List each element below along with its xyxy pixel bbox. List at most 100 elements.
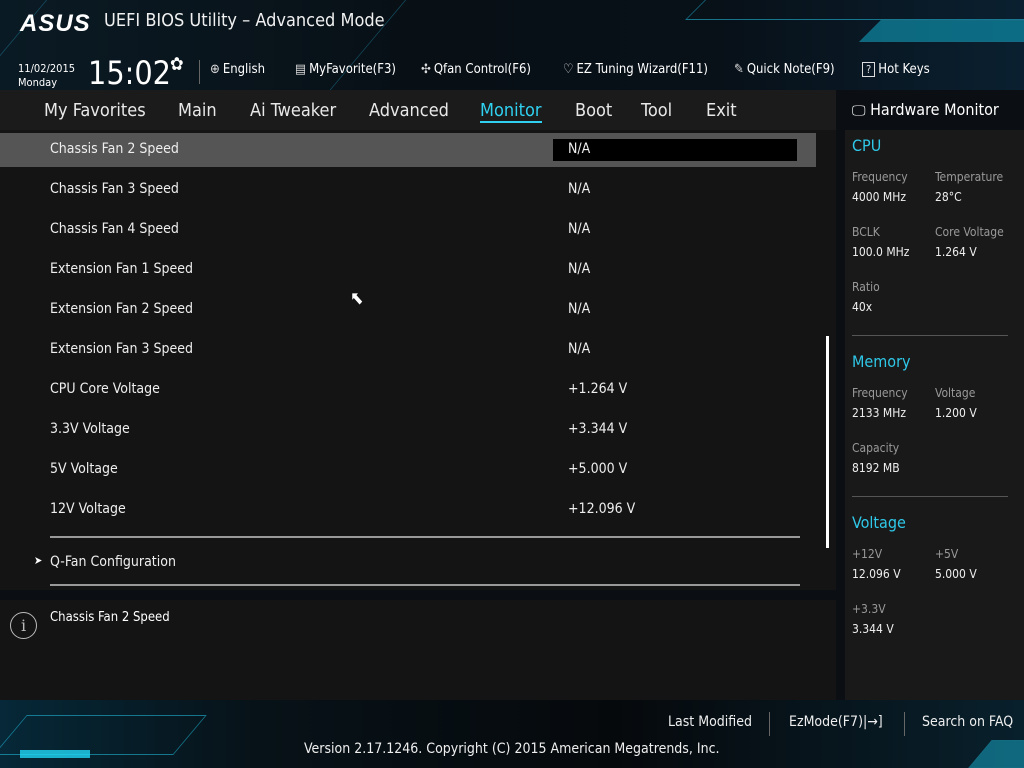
setting-value: +3.344 V: [568, 421, 628, 437]
setting-row[interactable]: Chassis Fan 4 Speed N/A: [0, 213, 816, 247]
tab-boot[interactable]: Boot: [575, 100, 612, 121]
title: Hardware Monitor: [870, 100, 999, 119]
divider: [50, 536, 800, 538]
setting-label: 12V Voltage: [50, 501, 126, 517]
tab-my-favorites[interactable]: My Favorites: [44, 100, 146, 121]
setting-value: N/A: [568, 261, 591, 277]
fan-icon: ✣: [421, 62, 431, 77]
setting-label: 3.3V Voltage: [50, 421, 130, 437]
divider: [852, 335, 1008, 336]
hot-keys-button[interactable]: ? Hot Keys: [862, 62, 930, 77]
ratio-label: Ratio: [852, 280, 880, 294]
info-icon: i: [10, 612, 37, 639]
setting-label: 5V Voltage: [50, 461, 118, 477]
tab-main[interactable]: Main: [178, 100, 217, 121]
setting-label: Extension Fan 1 Speed: [50, 261, 194, 277]
memory-frequency-value: 2133 MHz: [852, 406, 906, 420]
tab-monitor[interactable]: Monitor: [480, 100, 542, 123]
core-voltage-value: 1.264 V: [935, 245, 977, 259]
memory-frequency-label: Frequency: [852, 386, 908, 400]
setting-row[interactable]: 3.3V Voltage +3.344 V: [0, 413, 816, 447]
label: English: [222, 62, 266, 77]
decoration: [0, 715, 207, 755]
divider: [50, 584, 800, 586]
setting-value: N/A: [568, 181, 591, 197]
app-title: UEFI BIOS Utility – Advanced Mode: [104, 10, 385, 31]
decoration: [968, 740, 1024, 768]
divider: [904, 712, 905, 736]
myfavorite-button[interactable]: ▤ MyFavorite(F3): [295, 62, 396, 77]
asus-logo: ASUS: [20, 10, 91, 37]
setting-value: N/A: [568, 341, 591, 357]
setting-row-selected[interactable]: Chassis Fan 2 Speed N/A: [0, 133, 816, 167]
ez-tuning-wizard-button[interactable]: ♡ EZ Tuning Wizard(F11): [563, 62, 708, 77]
date-display: 11/02/2015 Monday: [18, 62, 75, 90]
setting-row[interactable]: Extension Fan 1 Speed N/A: [0, 253, 816, 287]
setting-value: N/A: [568, 141, 591, 157]
label: Hot Keys: [878, 62, 930, 77]
note-icon: ✎: [734, 62, 744, 77]
footer: [0, 700, 1024, 768]
v5-label: +5V: [935, 547, 959, 561]
label: Quick Note(F9): [746, 62, 835, 77]
setting-label: CPU Core Voltage: [50, 381, 160, 397]
clock: 15:02: [88, 54, 171, 92]
tab-ai-tweaker[interactable]: Ai Tweaker: [250, 100, 336, 121]
cpu-temperature-value: 28°C: [935, 190, 962, 204]
label: MyFavorite(F3): [309, 62, 396, 77]
label: Qfan Control(F6): [433, 62, 531, 77]
tab-advanced[interactable]: Advanced: [369, 100, 449, 121]
monitor-icon: 🖵: [852, 103, 866, 119]
help-text: Chassis Fan 2 Speed: [50, 610, 170, 625]
quick-note-button[interactable]: ✎ Quick Note(F9): [734, 62, 835, 77]
setting-label: Chassis Fan 2 Speed: [50, 141, 179, 157]
memory-voltage-label: Voltage: [935, 386, 976, 400]
setting-label: Chassis Fan 4 Speed: [50, 221, 179, 237]
setting-row[interactable]: 12V Voltage +12.096 V: [0, 493, 816, 527]
setting-row[interactable]: Extension Fan 3 Speed N/A: [0, 333, 816, 367]
capacity-label: Capacity: [852, 441, 900, 455]
divider: [769, 712, 770, 736]
memory-voltage-value: 1.200 V: [935, 406, 977, 420]
voltage-section-title: Voltage: [852, 513, 906, 532]
help-icon: ?: [862, 62, 876, 77]
v33-value: 3.344 V: [852, 622, 894, 636]
copyright-text: Version 2.17.1246. Copyright (C) 2015 Am…: [304, 741, 720, 757]
submenu-q-fan-configuration[interactable]: ➤ Q-Fan Configuration: [0, 546, 816, 580]
tab-tool[interactable]: Tool: [641, 100, 672, 121]
cpu-temperature-label: Temperature: [935, 170, 1004, 184]
setting-value: N/A: [568, 221, 591, 237]
setting-row[interactable]: Extension Fan 2 Speed N/A: [0, 293, 816, 327]
setting-row[interactable]: Chassis Fan 3 Speed N/A: [0, 173, 816, 207]
chevron-right-icon: ➤: [34, 554, 43, 567]
help-panel: Chassis Fan 2 Speed: [0, 600, 836, 700]
search-faq-button[interactable]: Search on FAQ: [922, 714, 1013, 730]
decoration: [685, 0, 1024, 20]
decoration: [859, 20, 1024, 42]
setting-value: +5.000 V: [568, 461, 628, 477]
decoration: [20, 750, 90, 758]
tab-exit[interactable]: Exit: [706, 100, 737, 121]
ezmode-button[interactable]: EzMode(F7)|→]: [789, 714, 883, 730]
cpu-frequency-label: Frequency: [852, 170, 908, 184]
qfan-control-button[interactable]: ✣ Qfan Control(F6): [421, 62, 531, 77]
setting-row[interactable]: CPU Core Voltage +1.264 V: [0, 373, 816, 407]
bulb-icon: ♡: [563, 62, 574, 77]
setting-label: Chassis Fan 3 Speed: [50, 181, 179, 197]
v5-value: 5.000 V: [935, 567, 977, 581]
gear-icon[interactable]: ✿: [170, 54, 184, 75]
cpu-frequency-value: 4000 MHz: [852, 190, 906, 204]
v12-value: 12.096 V: [852, 567, 901, 581]
last-modified-button[interactable]: Last Modified: [668, 714, 752, 730]
weekday: Monday: [18, 76, 58, 89]
setting-row[interactable]: 5V Voltage +5.000 V: [0, 453, 816, 487]
setting-value: N/A: [568, 301, 591, 317]
mouse-cursor-icon: ⬉: [350, 288, 364, 309]
label: EZ Tuning Wizard(F11): [576, 62, 709, 77]
settings-panel: Chassis Fan 2 Speed N/A Chassis Fan 3 Spe…: [0, 130, 836, 590]
scrollbar[interactable]: [826, 336, 829, 548]
bclk-label: BCLK: [852, 225, 880, 239]
v33-label: +3.3V: [852, 602, 886, 616]
language-button[interactable]: ⊕ English: [210, 62, 265, 77]
divider: [199, 60, 200, 84]
